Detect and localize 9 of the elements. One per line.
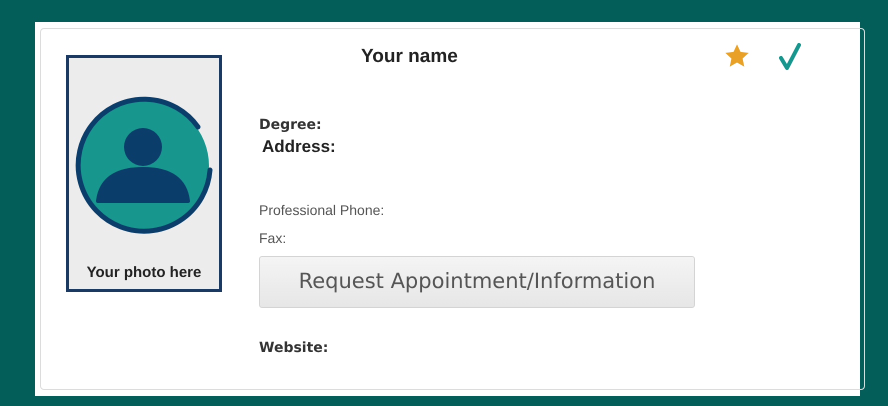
checkmark-icon <box>779 43 801 71</box>
website-label: Website: <box>259 338 330 358</box>
photo-caption: Your photo here <box>86 263 202 283</box>
field-label: Professional Phone: <box>259 202 384 218</box>
degree-label: Degree: <box>259 116 322 132</box>
address-label: Address: <box>262 136 336 156</box>
request-button[interactable]: Request Appointment/Information <box>259 256 695 308</box>
field-label: Fax: <box>259 230 286 246</box>
person-name: Your name <box>361 45 459 69</box>
